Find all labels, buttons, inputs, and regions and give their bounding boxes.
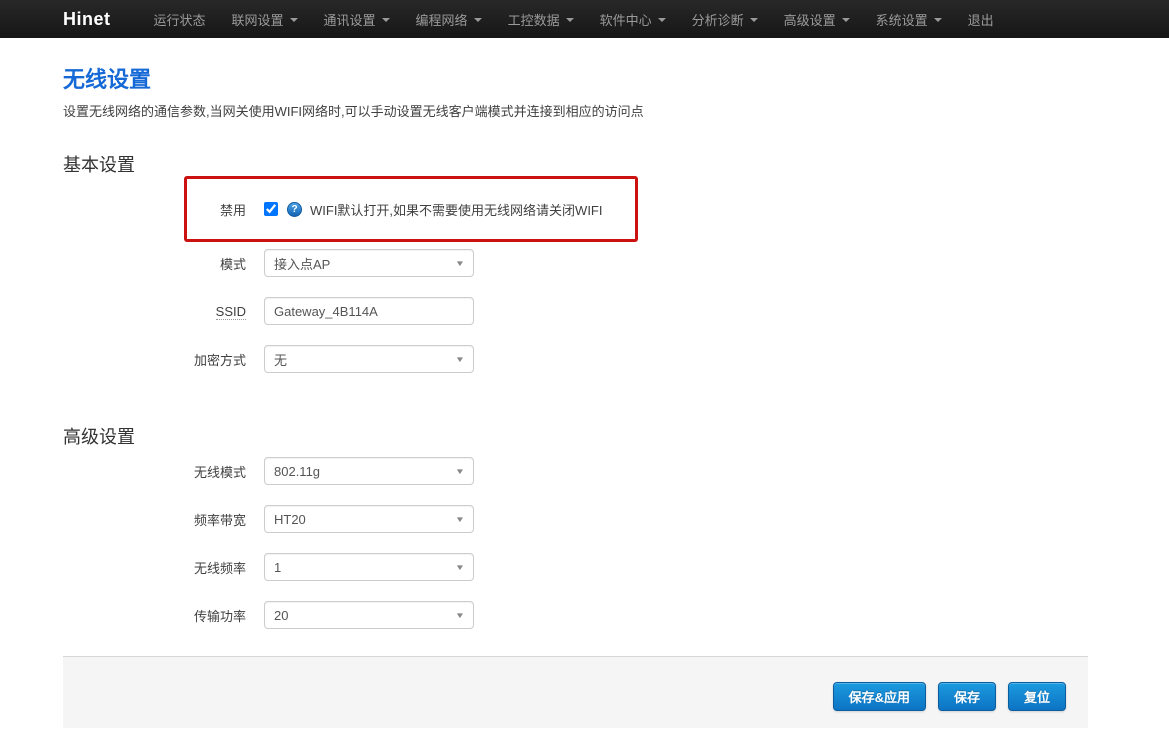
dropdown-arrow-icon: ▼ [455, 355, 465, 364]
nav-item-network-settings[interactable]: 联网设置 [219, 0, 311, 38]
reset-button[interactable]: 复位 [1008, 682, 1066, 711]
dropdown-arrow-icon: ▼ [455, 611, 465, 620]
encryption-row: 加密方式 无 ▼ [63, 345, 1088, 373]
encryption-select-value: 无 [274, 350, 287, 369]
dropdown-arrow-icon: ▼ [455, 563, 465, 572]
disable-label: 禁用 [63, 200, 246, 219]
mode-row: 模式 接入点AP ▼ [63, 249, 1088, 277]
nav-item-software-center[interactable]: 软件中心 [587, 0, 679, 38]
nav-item-label: 分析诊断 [692, 10, 744, 29]
chevron-down-icon [658, 18, 666, 22]
wireless-mode-row: 无线模式 802.11g ▼ [63, 457, 1088, 485]
save-apply-button[interactable]: 保存&应用 [833, 682, 926, 711]
basic-settings-heading: 基本设置 [63, 151, 1088, 177]
nav-item-running-status[interactable]: 运行状态 [141, 0, 219, 38]
chevron-down-icon [566, 18, 574, 22]
nav-item-label: 高级设置 [784, 10, 836, 29]
mode-select[interactable]: 接入点AP ▼ [264, 249, 474, 277]
nav-item-label: 通讯设置 [324, 10, 376, 29]
mode-select-value: 接入点AP [274, 254, 330, 273]
section-advanced-settings: 高级设置 无线模式 802.11g ▼ 频率带宽 HT20 ▼ 无线频率 1 ▼… [63, 423, 1088, 629]
nav-item-programming-network[interactable]: 编程网络 [403, 0, 495, 38]
dropdown-arrow-icon: ▼ [455, 515, 465, 524]
action-footer: 保存&应用 保存 复位 [63, 656, 1088, 728]
channel-select[interactable]: 1 ▼ [264, 553, 474, 581]
channel-row: 无线频率 1 ▼ [63, 553, 1088, 581]
chevron-down-icon [382, 18, 390, 22]
wireless-mode-select[interactable]: 802.11g ▼ [264, 457, 474, 485]
ssid-row: SSID [63, 297, 1088, 325]
wireless-mode-select-value: 802.11g [274, 464, 320, 479]
chevron-down-icon [934, 18, 942, 22]
top-navbar: Hinet 运行状态 联网设置 通讯设置 编程网络 工控数据 软件中心 分析诊断… [0, 0, 1169, 38]
dropdown-arrow-icon: ▼ [455, 259, 465, 268]
section-basic-settings: 基本设置 禁用 ? WIFI默认打开,如果不需要使用无线网络请关闭WIFI 模式… [63, 151, 1088, 373]
wireless-mode-label: 无线模式 [63, 462, 246, 481]
advanced-settings-heading: 高级设置 [63, 423, 1088, 449]
tx-power-select-value: 20 [274, 608, 288, 623]
help-icon[interactable]: ? [287, 202, 302, 217]
channel-label: 无线频率 [63, 558, 246, 577]
nav-item-system-settings[interactable]: 系统设置 [863, 0, 955, 38]
disable-help-text: WIFI默认打开,如果不需要使用无线网络请关闭WIFI [310, 200, 602, 219]
tx-power-row: 传输功率 20 ▼ [63, 601, 1088, 629]
encryption-label: 加密方式 [63, 350, 246, 369]
chevron-down-icon [290, 18, 298, 22]
encryption-select[interactable]: 无 ▼ [264, 345, 474, 373]
bandwidth-select-value: HT20 [274, 512, 306, 527]
nav-item-label: 编程网络 [416, 10, 468, 29]
dropdown-arrow-icon: ▼ [455, 467, 465, 476]
nav-item-label: 运行状态 [154, 10, 206, 29]
main-content: 无线设置 设置无线网络的通信参数,当网关使用WIFI网络时,可以手动设置无线客户… [0, 62, 1088, 629]
nav-item-label: 退出 [968, 10, 994, 29]
ssid-input[interactable] [264, 297, 474, 325]
nav-item-label: 联网设置 [232, 10, 284, 29]
nav-item-industrial-data[interactable]: 工控数据 [495, 0, 587, 38]
page-title: 无线设置 [63, 62, 1088, 94]
chevron-down-icon [474, 18, 482, 22]
nav-item-label: 系统设置 [876, 10, 928, 29]
chevron-down-icon [842, 18, 850, 22]
tx-power-label: 传输功率 [63, 606, 246, 625]
chevron-down-icon [750, 18, 758, 22]
ssid-label: SSID [63, 304, 246, 319]
nav-item-label: 工控数据 [508, 10, 560, 29]
ssid-label-text: SSID [216, 304, 246, 320]
mode-label: 模式 [63, 254, 246, 273]
bandwidth-label: 频率带宽 [63, 510, 246, 529]
nav-item-analysis-diagnosis[interactable]: 分析诊断 [679, 0, 771, 38]
nav-item-label: 软件中心 [600, 10, 652, 29]
nav-item-logout[interactable]: 退出 [955, 0, 1007, 38]
brand-logo[interactable]: Hinet [63, 9, 111, 30]
tx-power-select[interactable]: 20 ▼ [264, 601, 474, 629]
page-subtitle: 设置无线网络的通信参数,当网关使用WIFI网络时,可以手动设置无线客户端模式并连… [63, 101, 1088, 120]
save-button[interactable]: 保存 [938, 682, 996, 711]
channel-select-value: 1 [274, 560, 281, 575]
wifi-disable-row: 禁用 ? WIFI默认打开,如果不需要使用无线网络请关闭WIFI [63, 176, 1088, 242]
nav-item-comm-settings[interactable]: 通讯设置 [311, 0, 403, 38]
nav-item-advanced-settings[interactable]: 高级设置 [771, 0, 863, 38]
disable-checkbox[interactable] [264, 202, 278, 216]
bandwidth-select[interactable]: HT20 ▼ [264, 505, 474, 533]
bandwidth-row: 频率带宽 HT20 ▼ [63, 505, 1088, 533]
